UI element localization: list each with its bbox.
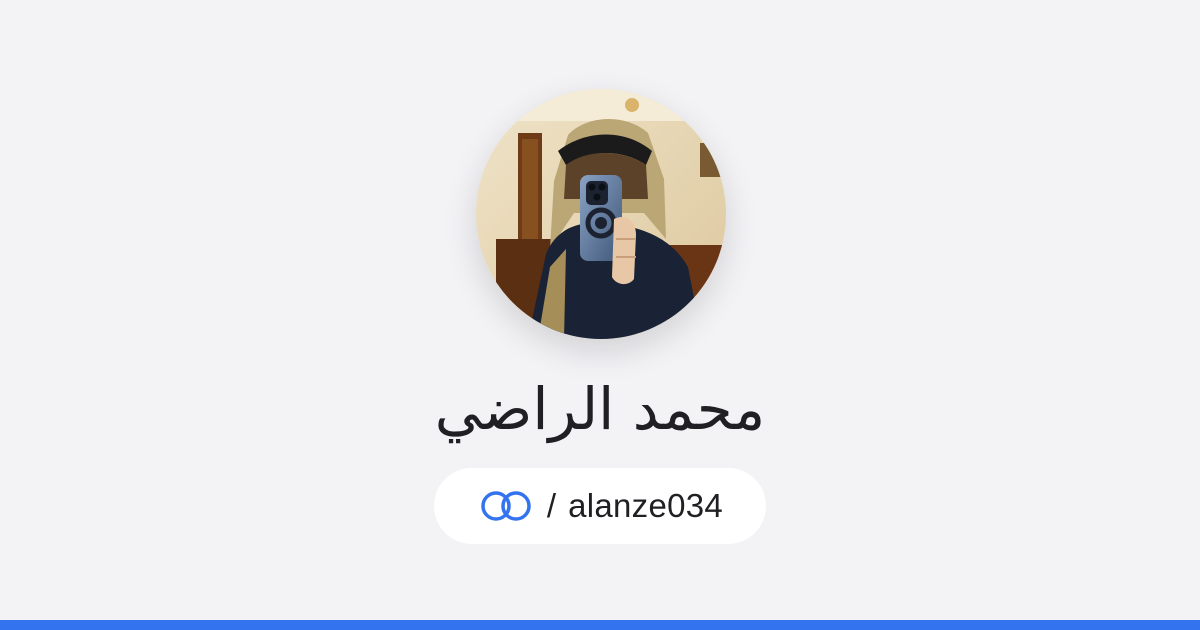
profile-avatar <box>476 89 726 339</box>
username-link[interactable]: / alanze034 <box>434 468 766 544</box>
profile-photo <box>476 89 726 339</box>
linked-rings-icon <box>477 488 535 524</box>
profile-name: محمد الراضي <box>434 375 766 443</box>
separator: / <box>546 487 557 524</box>
username-text: alanze034 <box>568 487 724 524</box>
accent-bar <box>0 620 1200 630</box>
